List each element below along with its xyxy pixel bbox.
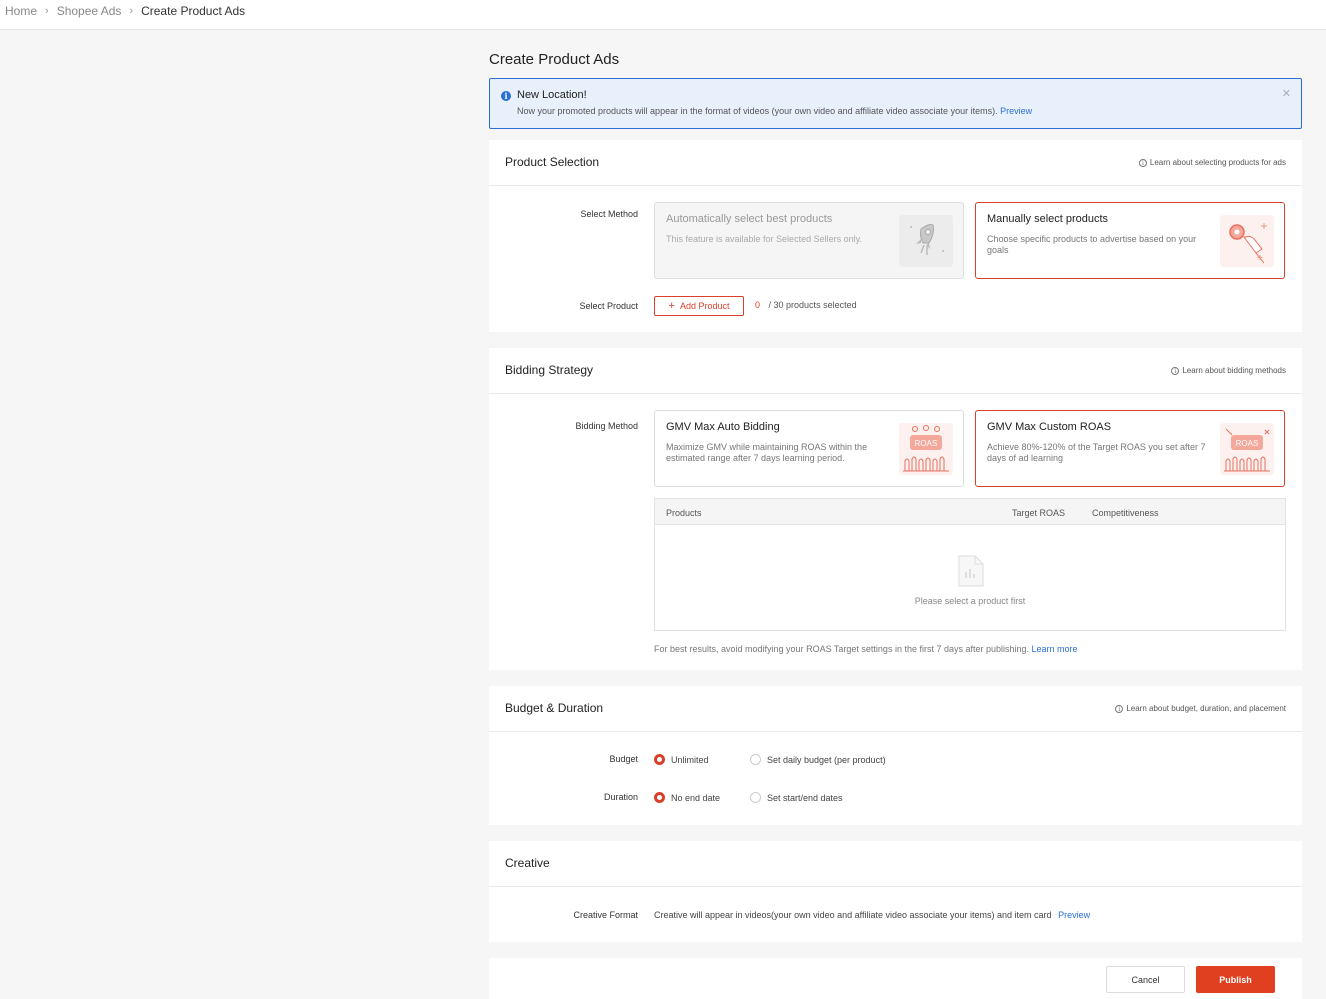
learn-text: Learn about selecting products for ads [1149, 158, 1286, 167]
option-desc: This feature is available for Selected S… [666, 234, 862, 244]
option-title: Automatically select best products [666, 213, 833, 225]
selected-count: 0 [755, 300, 761, 310]
cancel-button[interactable]: Cancel [1106, 966, 1185, 993]
radio-dot [654, 754, 665, 765]
info-icon: i [501, 91, 511, 101]
duration-label: Duration [603, 792, 638, 802]
option-title: GMV Max Auto Bidding [666, 421, 780, 433]
roas-hint: For best results, avoid modifying your R… [654, 644, 1078, 654]
col-competitiveness: Competitiveness [1092, 508, 1159, 518]
col-products: Products [666, 508, 702, 518]
option-title: Manually select products [987, 213, 1109, 225]
budget-unlimited-radio[interactable]: Unlimited [654, 754, 709, 765]
page-title: Create Product Ads [489, 51, 620, 68]
radio-label: Set daily budget (per product) [767, 754, 886, 765]
notice-title: New Location! [517, 89, 587, 101]
hint-text: For best results, avoid modifying your R… [654, 644, 1030, 654]
radio-dot [750, 754, 761, 765]
bidding-strategy-title: Bidding Strategy [505, 363, 594, 377]
card-header: Budget & Duration i Learn about budget, … [489, 686, 1302, 732]
manual-select-option[interactable]: Manually select products Choose specific… [975, 202, 1285, 279]
roas-chart-icon: ROAS [899, 423, 953, 475]
learn-bidding-methods-link[interactable]: i Learn about bidding methods [1171, 366, 1286, 375]
duration-no-end-radio[interactable]: No end date [654, 792, 720, 803]
format-description: Creative will appear in videos(your own … [654, 910, 1052, 920]
product-count: 0 / 30 products selected [755, 300, 857, 310]
option-desc: Achieve 80%-120% of the Target ROAS you … [987, 442, 1206, 463]
creative-title: Creative [505, 856, 550, 870]
option-title: GMV Max Custom ROAS [987, 421, 1112, 433]
notice-preview-link[interactable]: Preview [1000, 106, 1032, 116]
roas-badge: ROAS [915, 439, 938, 448]
col-target-roas: Target ROAS [1012, 508, 1066, 518]
option-desc: Choose specific products to advertise ba… [987, 234, 1197, 255]
hand-gear-icon [1220, 215, 1274, 267]
add-product-label: Add Product [679, 301, 730, 311]
learn-selecting-products-link[interactable]: i Learn about selecting products for ads [1138, 158, 1286, 167]
breadcrumb-shopee-ads[interactable]: Shopee Ads [57, 4, 122, 18]
radio-label: Unlimited [671, 754, 709, 765]
gmv-max-custom-roas-option[interactable]: GMV Max Custom ROAS Achieve 80%-120% of … [975, 410, 1285, 487]
action-footer: Cancel Publish [489, 958, 1302, 999]
radio-label: No end date [671, 792, 721, 803]
info-circle-icon: i [1115, 704, 1124, 713]
roas-target-icon: ROAS [1220, 423, 1274, 475]
learn-budget-link[interactable]: i Learn about budget, duration, and plac… [1115, 704, 1286, 713]
learn-text: Learn about budget, duration, and placem… [1126, 704, 1286, 713]
radio-dot [654, 792, 665, 803]
creative-format-label: Creative Format [573, 910, 638, 920]
products-roas-table: Products Target ROAS Competitiveness Ple… [654, 498, 1286, 631]
notice-text: Now your promoted products will appear i… [517, 106, 998, 116]
roas-badge: ROAS [1236, 439, 1259, 448]
chevron-right-icon: › [45, 5, 49, 17]
card-header: Bidding Strategy i Learn about bidding m… [489, 348, 1302, 394]
gmv-max-auto-bidding-option[interactable]: GMV Max Auto Bidding Maximize GMV while … [654, 410, 964, 487]
creative-format-text: Creative will appear in videos(your own … [654, 910, 1090, 920]
table-header: Products Target ROAS Competitiveness [655, 499, 1285, 525]
empty-state-text: Please select a product first [914, 596, 1026, 606]
empty-document-icon [958, 555, 984, 587]
budget-daily-radio[interactable]: Set daily budget (per product) [750, 754, 886, 765]
plus-icon: + [668, 300, 675, 312]
auto-select-option: Automatically select best products This … [654, 202, 964, 279]
creative-card: Creative Creative Format Creative will a… [489, 841, 1302, 942]
add-product-button[interactable]: + Add Product [654, 296, 744, 316]
option-desc: Maximize GMV while maintaining ROAS with… [666, 442, 868, 463]
card-header: Creative [489, 841, 1302, 887]
product-selection-card: Product Selection i Learn about selectin… [489, 140, 1302, 332]
bidding-method-label: Bidding Method [575, 421, 638, 431]
rocket-icon [899, 215, 953, 267]
close-icon[interactable]: ✕ [1282, 87, 1291, 100]
learn-more-link[interactable]: Learn more [1032, 644, 1078, 654]
radio-label: Set start/end dates [767, 792, 843, 803]
info-circle-icon: i [1138, 158, 1147, 167]
info-circle-icon: i [1171, 366, 1180, 375]
select-product-label: Select Product [579, 301, 638, 311]
breadcrumb-home[interactable]: Home [5, 4, 37, 18]
chevron-right-icon: › [129, 5, 134, 17]
breadcrumb-current: Create Product Ads [141, 4, 246, 18]
learn-text: Learn about bidding methods [1182, 366, 1286, 375]
creative-preview-link[interactable]: Preview [1058, 910, 1090, 920]
publish-button[interactable]: Publish [1196, 966, 1275, 993]
card-header: Product Selection i Learn about selectin… [489, 140, 1302, 186]
radio-dot [750, 792, 761, 803]
select-method-label: Select Method [580, 209, 638, 219]
notice-body: Now your promoted products will appear i… [517, 106, 1032, 116]
duration-dates-radio[interactable]: Set start/end dates [750, 792, 843, 803]
new-location-notice: i New Location! Now your promoted produc… [489, 78, 1302, 129]
budget-duration-card: Budget & Duration i Learn about budget, … [489, 686, 1302, 825]
budget-label: Budget [609, 754, 638, 764]
budget-duration-title: Budget & Duration [505, 701, 604, 715]
top-bar: Home › Shopee Ads › Create Product Ads [0, 0, 1326, 30]
bidding-strategy-card: Bidding Strategy i Learn about bidding m… [489, 348, 1302, 670]
total-count: / 30 products selected [768, 300, 857, 310]
breadcrumb: Home › Shopee Ads › Create Product Ads [5, 4, 245, 18]
product-selection-title: Product Selection [505, 155, 600, 169]
